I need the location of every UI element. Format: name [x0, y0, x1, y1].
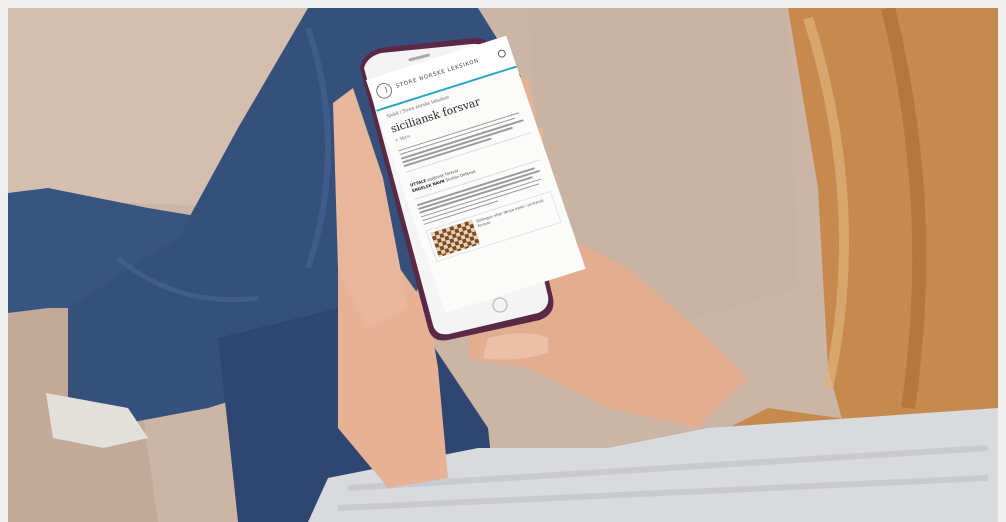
image-frame: STORE NORSKE LEKSIKON Sjakk | Store nors…: [0, 0, 1006, 522]
site-logo-icon[interactable]: [374, 80, 395, 101]
chessboard-image: [430, 220, 481, 258]
photo: STORE NORSKE LEKSIKON Sjakk | Store nors…: [8, 8, 998, 522]
